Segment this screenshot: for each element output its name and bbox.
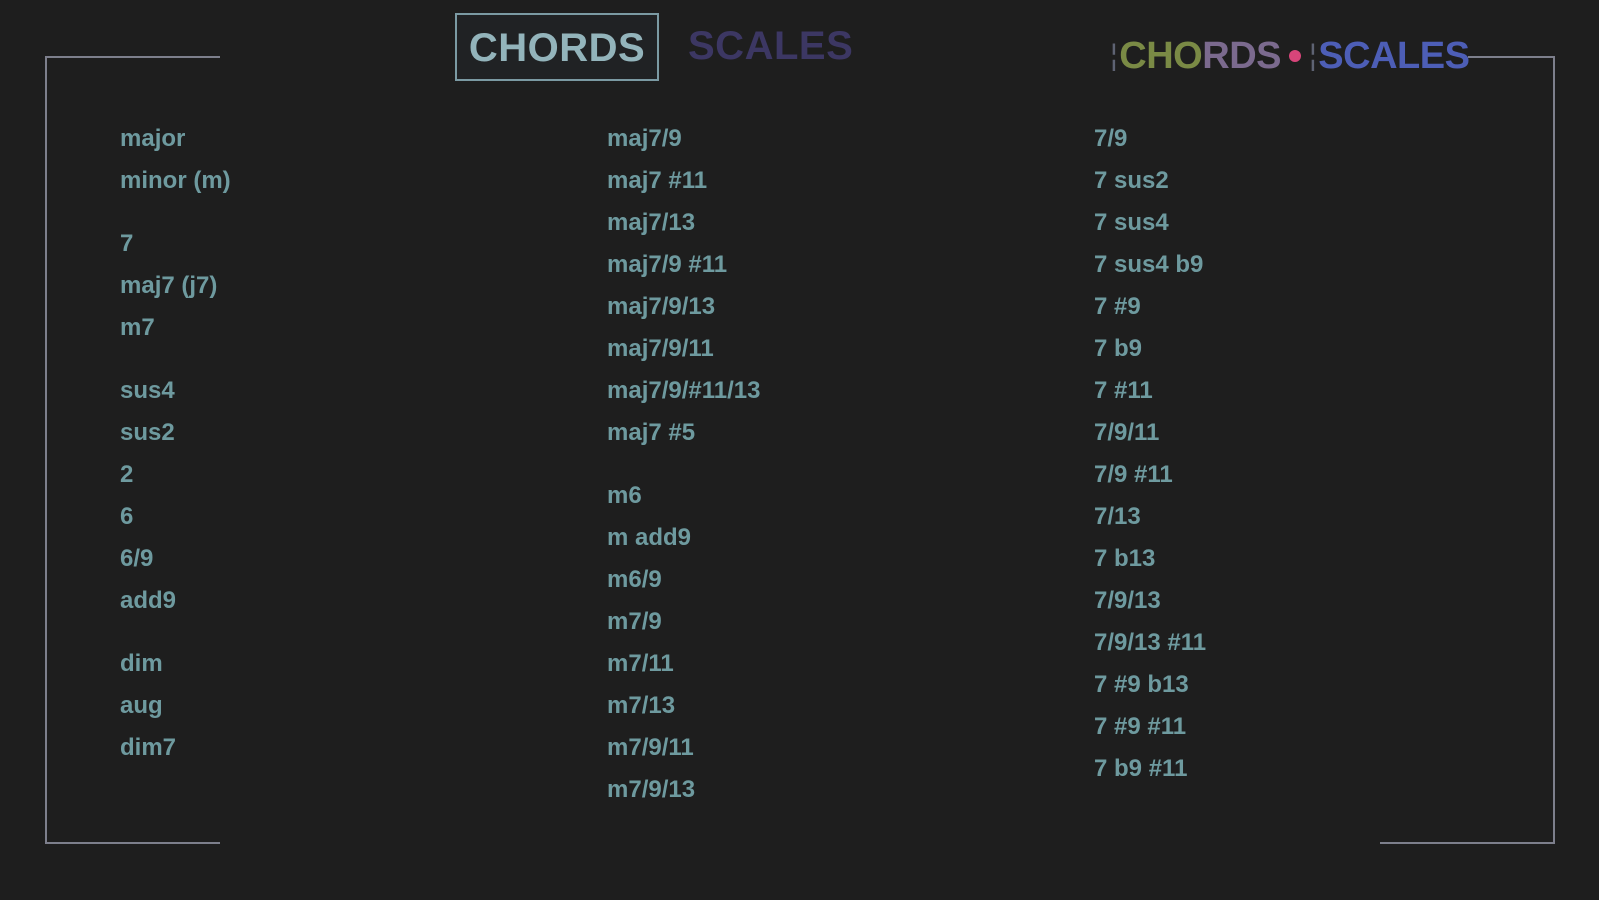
- app-logo: ¦ CHO RDS ¦ SCALES: [1108, 34, 1470, 78]
- chord-item[interactable]: 7/9/13: [1094, 587, 1161, 615]
- chord-item[interactable]: add9: [120, 587, 176, 615]
- chord-item[interactable]: m add9: [607, 524, 691, 552]
- chord-item[interactable]: 7: [120, 230, 133, 258]
- chord-item[interactable]: maj7/9 #11: [607, 251, 727, 279]
- chord-item[interactable]: 7 #9: [1094, 293, 1141, 321]
- chord-item[interactable]: maj7 (j7): [120, 272, 217, 300]
- chord-item[interactable]: sus2: [120, 419, 175, 447]
- chord-item[interactable]: dim7: [120, 734, 176, 762]
- chord-item[interactable]: 6/9: [120, 545, 153, 573]
- frame-top-left: [45, 56, 220, 58]
- tab-scales[interactable]: SCALES: [688, 13, 878, 81]
- frame-left: [45, 56, 47, 844]
- chord-item[interactable]: maj7 #11: [607, 167, 707, 195]
- chord-item[interactable]: 7/9/13 #11: [1094, 629, 1206, 657]
- chord-item[interactable]: 7 #11: [1094, 377, 1153, 405]
- chord-item[interactable]: m7/9: [607, 608, 662, 636]
- chord-item[interactable]: 7 b9: [1094, 335, 1142, 363]
- frame-bottom-right: [1380, 842, 1555, 844]
- tab-chords[interactable]: CHORDS: [455, 13, 659, 81]
- logo-chords-part1: CHO: [1119, 34, 1203, 77]
- logo-bar-left: ¦: [1110, 39, 1118, 72]
- chord-item[interactable]: maj7/9/11: [607, 335, 714, 363]
- chord-item[interactable]: m6: [607, 482, 642, 510]
- chord-item[interactable]: m7: [120, 314, 155, 342]
- chord-item[interactable]: m7/9/11: [607, 734, 694, 762]
- chord-item[interactable]: 7 sus4 b9: [1094, 251, 1203, 279]
- chord-item[interactable]: sus4: [120, 377, 175, 405]
- chord-item[interactable]: major: [120, 125, 185, 153]
- chord-item[interactable]: m7/13: [607, 692, 675, 720]
- logo-bar-right: ¦: [1308, 39, 1317, 72]
- chord-item[interactable]: maj7/13: [607, 209, 695, 237]
- frame-top-right: [1468, 56, 1555, 58]
- chord-item[interactable]: 6: [120, 503, 133, 531]
- chord-item[interactable]: m7/11: [607, 650, 674, 678]
- chord-item[interactable]: m7/9/13: [607, 776, 695, 804]
- chord-item[interactable]: maj7/9/#11/13: [607, 377, 760, 405]
- chord-item[interactable]: maj7/9: [607, 125, 682, 153]
- chord-item[interactable]: aug: [120, 692, 163, 720]
- chord-item[interactable]: 7/9: [1094, 125, 1127, 153]
- chord-item[interactable]: 7/9/11: [1094, 419, 1159, 447]
- chord-item[interactable]: 7/9 #11: [1094, 461, 1173, 489]
- chord-item[interactable]: 7 #9 b13: [1094, 671, 1189, 699]
- logo-dot-icon: [1288, 50, 1301, 62]
- chord-item[interactable]: m6/9: [607, 566, 662, 594]
- chord-item[interactable]: dim: [120, 650, 163, 678]
- chord-item[interactable]: 7 sus4: [1094, 209, 1169, 237]
- logo-scales: SCALES: [1318, 34, 1470, 77]
- chord-item[interactable]: 2: [120, 461, 133, 489]
- frame-bottom-left: [45, 842, 220, 844]
- frame-right: [1553, 56, 1555, 844]
- chord-item[interactable]: 7 sus2: [1094, 167, 1169, 195]
- logo-chords-part2: RDS: [1202, 34, 1281, 77]
- chord-item[interactable]: 7 #9 #11: [1094, 713, 1186, 741]
- chord-item[interactable]: 7/13: [1094, 503, 1141, 531]
- chord-item[interactable]: maj7/9/13: [607, 293, 715, 321]
- chord-item[interactable]: maj7 #5: [607, 419, 695, 447]
- chord-item[interactable]: minor (m): [120, 167, 231, 195]
- chord-item[interactable]: 7 b9 #11: [1094, 755, 1187, 783]
- chord-item[interactable]: 7 b13: [1094, 545, 1155, 573]
